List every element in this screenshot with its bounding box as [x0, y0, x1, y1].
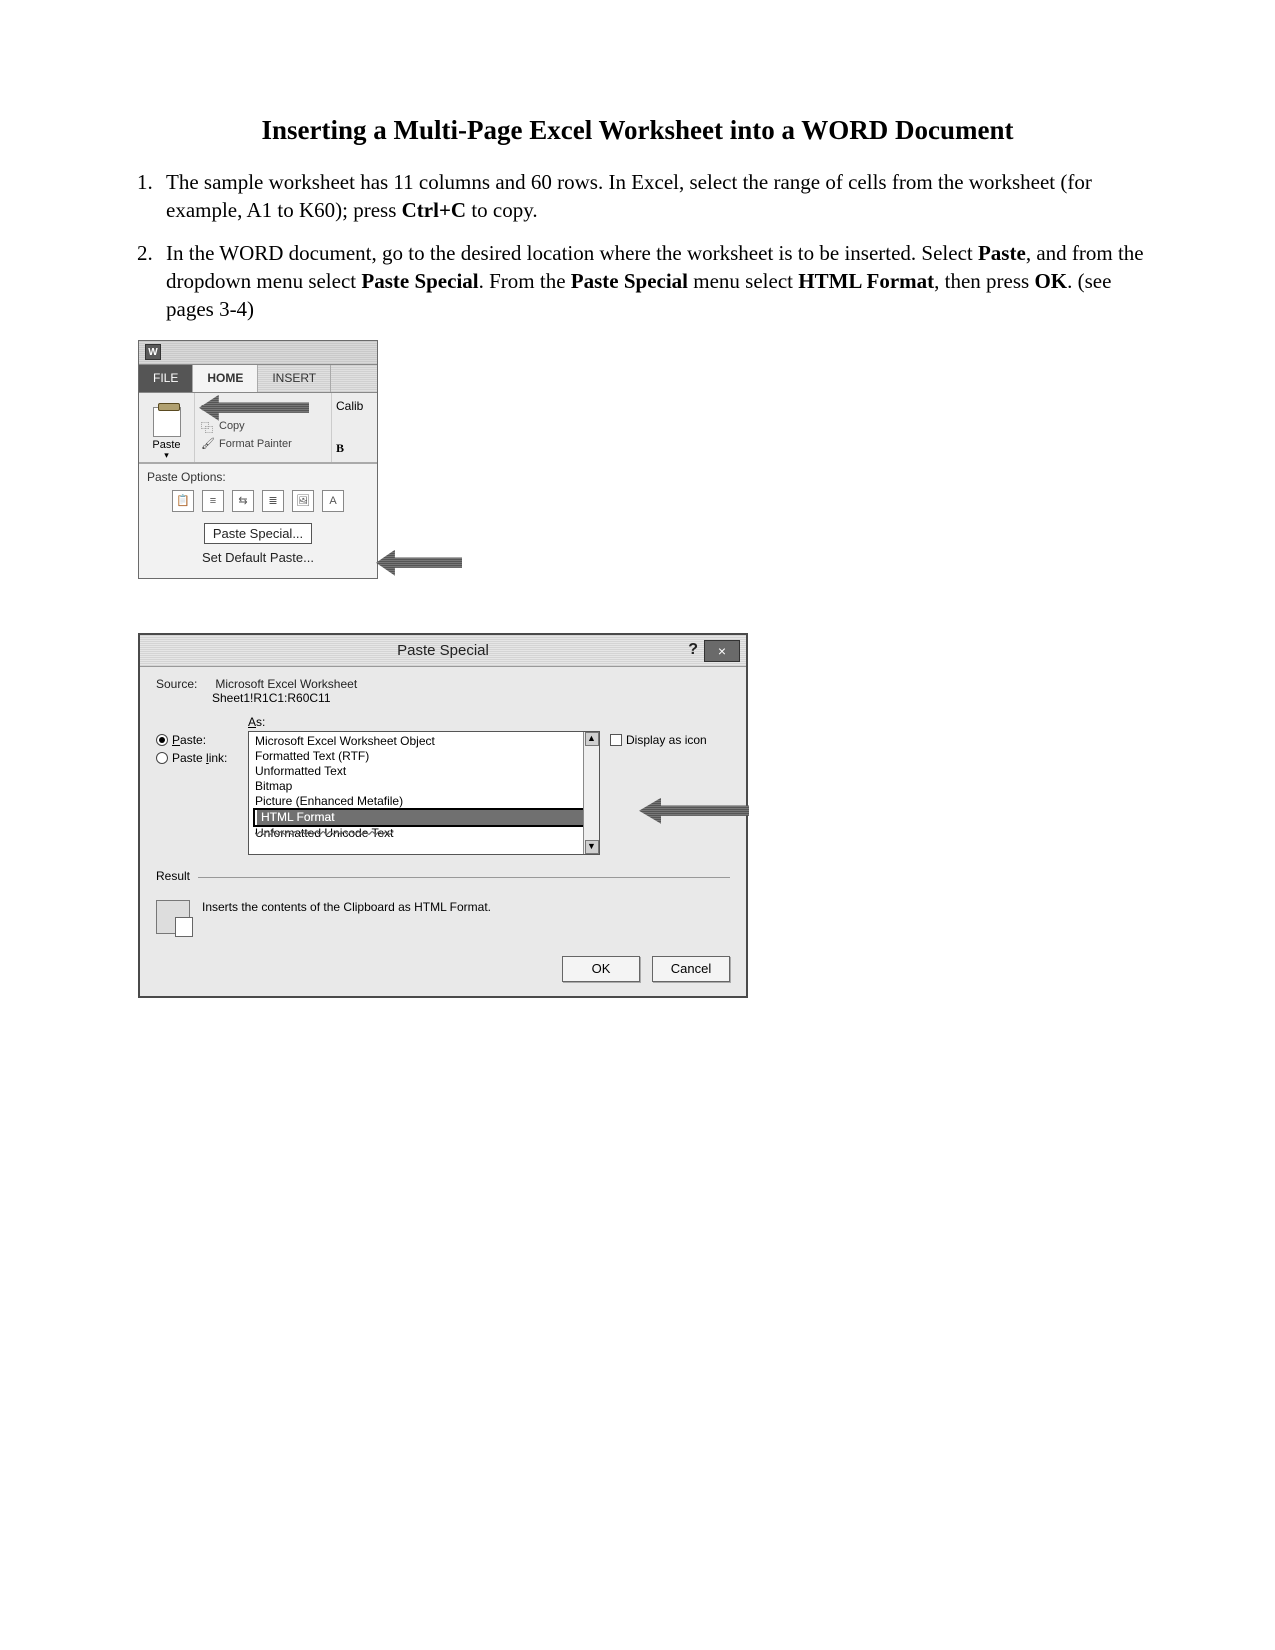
page-title: Inserting a Multi-Page Excel Worksheet i…	[130, 115, 1145, 146]
list-item[interactable]: Microsoft Excel Worksheet Object	[253, 734, 595, 749]
checkbox-icon	[610, 734, 622, 746]
paste-option-2-icon[interactable]: ≡	[202, 490, 224, 512]
list-item-selected-wrap: HTML Format	[253, 808, 595, 827]
scroll-down-icon[interactable]: ▼	[585, 840, 599, 854]
word-app-icon: W	[145, 344, 161, 360]
scroll-up-icon[interactable]: ▲	[585, 732, 599, 746]
format-painter-label[interactable]: Format Painter	[219, 438, 292, 450]
paste-option-4-icon[interactable]: ≣	[262, 490, 284, 512]
listbox-scrollbar[interactable]: ▲ ▼	[583, 732, 599, 854]
list-item[interactable]: Bitmap	[253, 779, 595, 794]
paste-label: Paste	[152, 439, 180, 451]
step-1-text-a: The sample worksheet has 11 columns and …	[166, 170, 1092, 222]
step-2: In the WORD document, go to the desired …	[158, 239, 1145, 324]
source-range: Sheet1!R1C1:R60C11	[212, 691, 730, 705]
radio-paste-link-label: Paste link:	[172, 751, 227, 765]
step-2-html: HTML Format	[798, 269, 934, 293]
step-2-ok: OK	[1034, 269, 1067, 293]
paste-option-3-icon[interactable]: ⇆	[232, 490, 254, 512]
step-1-text-b: to copy.	[466, 198, 538, 222]
callout-arrow-icon	[376, 550, 462, 576]
paste-special-dialog: Paste Special ? × Source: Microsoft Exce…	[138, 633, 748, 998]
list-item[interactable]: Unformatted Text	[253, 764, 595, 779]
clipboard-result-icon	[156, 900, 190, 934]
radio-paste-link[interactable]: Paste link:	[156, 751, 238, 765]
list-item[interactable]: Formatted Text (RTF)	[253, 749, 595, 764]
bold-button[interactable]: B	[336, 441, 373, 456]
step-1: The sample worksheet has 11 columns and …	[158, 168, 1145, 225]
font-name-box[interactable]: Calib	[336, 399, 373, 413]
result-text: Inserts the contents of the Clipboard as…	[202, 900, 491, 914]
radio-unselected-icon	[156, 752, 168, 764]
display-as-icon-label: Display as icon	[626, 733, 707, 747]
tab-file[interactable]: FILE	[139, 365, 193, 392]
step-2-text-e: , then press	[934, 269, 1034, 293]
paste-special-menu-label: Paste Special...	[213, 526, 303, 541]
paste-option-1-icon[interactable]: 📋	[172, 490, 194, 512]
radio-paste[interactable]: Paste:	[156, 733, 238, 747]
radio-selected-icon	[156, 734, 168, 746]
brush-icon	[201, 437, 215, 451]
paste-option-6-icon[interactable]: A	[322, 490, 344, 512]
tab-insert[interactable]: INSERT	[258, 365, 331, 392]
source-label: Source:	[156, 677, 212, 691]
clipboard-icon	[153, 407, 181, 437]
copy-icon	[201, 419, 215, 433]
paste-dropdown-arrow-icon[interactable]: ▾	[164, 451, 169, 459]
figure-word-ribbon: W FILE HOME INSERT Paste ▾ Cut Copy Form…	[138, 340, 408, 579]
list-item[interactable]: Picture (Enhanced Metafile)	[253, 794, 595, 809]
close-button[interactable]: ×	[704, 640, 740, 662]
ok-button[interactable]: OK	[562, 956, 640, 982]
dialog-title: Paste Special	[397, 642, 489, 659]
paste-special-menu-item[interactable]: Paste Special...	[147, 520, 369, 547]
dialog-titlebar: Paste Special ? ×	[140, 635, 746, 667]
paste-options-label: Paste Options:	[147, 470, 369, 484]
step-2-paste-special-2: Paste Special	[571, 269, 688, 293]
quick-access-toolbar: W	[139, 341, 377, 365]
set-default-paste-menu-item[interactable]: Set Default Paste...	[147, 547, 369, 568]
radio-paste-label: Paste:	[172, 733, 206, 747]
tab-home[interactable]: HOME	[193, 365, 258, 392]
format-listbox[interactable]: Microsoft Excel Worksheet Object Formatt…	[248, 731, 600, 855]
help-icon[interactable]: ?	[688, 641, 698, 659]
source-value: Microsoft Excel Worksheet	[215, 677, 357, 691]
display-as-icon-checkbox[interactable]: Display as icon	[610, 733, 730, 747]
paste-button[interactable]: Paste ▾	[139, 393, 195, 462]
step-2-text-c: . From the	[479, 269, 571, 293]
step-1-shortcut: Ctrl+C	[402, 198, 466, 222]
result-label: Result	[156, 869, 198, 883]
step-2-paste-special: Paste Special	[361, 269, 478, 293]
list-item[interactable]: Unformatted Unicode Text	[253, 826, 595, 841]
cancel-button[interactable]: Cancel	[652, 956, 730, 982]
copy-label[interactable]: Copy	[219, 420, 245, 432]
ribbon-tabs: FILE HOME INSERT	[139, 365, 377, 393]
paste-dropdown-menu: Paste Options: 📋 ≡ ⇆ ≣ 🖼 A Paste Special…	[139, 463, 377, 578]
step-2-text-a: In the WORD document, go to the desired …	[166, 241, 978, 265]
steps-list: The sample worksheet has 11 columns and …	[130, 168, 1145, 324]
step-2-text-d: menu select	[688, 269, 798, 293]
list-item-selected[interactable]: HTML Format	[257, 810, 591, 825]
step-2-paste: Paste	[978, 241, 1026, 265]
as-label: As:	[248, 715, 600, 729]
paste-option-5-icon[interactable]: 🖼	[292, 490, 314, 512]
